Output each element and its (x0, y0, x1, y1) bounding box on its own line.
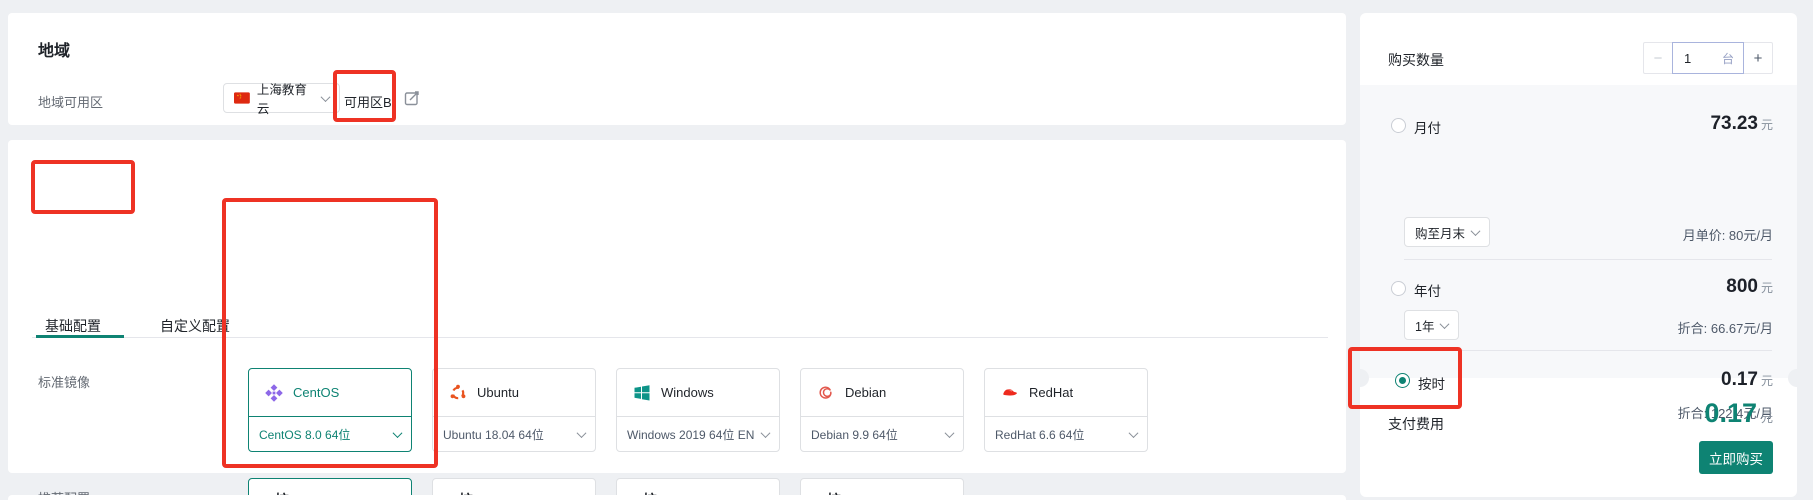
ubuntu-icon (449, 384, 467, 402)
os-card-ubuntu[interactable]: Ubuntu Ubuntu 18.04 64位 (432, 368, 596, 452)
os-version-select-windows[interactable]: Windows 2019 64位 EN (617, 416, 779, 452)
ticket-notch-right (1788, 369, 1806, 387)
os-version-value: Debian 9.9 64位 (811, 426, 898, 443)
chevron-down-icon (393, 428, 403, 438)
radio-hourly[interactable] (1395, 373, 1410, 388)
os-version-select-redhat[interactable]: RedHat 6.6 64位 (985, 416, 1147, 452)
quantity-input[interactable]: 1 台 (1672, 42, 1744, 74)
os-name: RedHat (1029, 385, 1073, 400)
plan-yearly-price: 800元 (1726, 276, 1773, 298)
config-card: 基础配置 自定义配置 标准镜像 CentOS CentOS 8.0 64位 (8, 140, 1346, 473)
yearly-duration-value: 1年 (1415, 316, 1434, 335)
active-tab-underline (36, 335, 124, 338)
quantity-plus-button[interactable]: + (1743, 42, 1773, 74)
monthly-duration-select[interactable]: 购至月末 (1404, 217, 1490, 247)
region-select[interactable]: 上海教育云 (223, 83, 340, 113)
os-version-value: Windows 2019 64位 EN (627, 426, 754, 443)
chevron-down-icon (1129, 428, 1139, 438)
plan-hourly-label: 按时 (1418, 373, 1445, 393)
plan-monthly-label: 月付 (1414, 117, 1441, 137)
monthly-duration-value: 购至月末 (1415, 223, 1465, 242)
quantity-unit: 台 (1722, 50, 1734, 67)
plan-hourly-price: 0.17元 (1721, 369, 1773, 391)
os-version-select-ubuntu[interactable]: Ubuntu 18.04 64位 (433, 416, 595, 452)
purchase-panel: 购买数量 − 1 台 + 月付 73.23元 购至月末 月单价: 80元/月 年… (1360, 13, 1797, 497)
tab-custom-config[interactable]: 自定义配置 (160, 316, 230, 336)
quantity-label: 购买数量 (1388, 50, 1444, 70)
os-version-value: Ubuntu 18.04 64位 (443, 426, 544, 443)
pay-total-label: 支付费用 (1388, 414, 1444, 434)
chevron-down-icon (1440, 319, 1450, 329)
radio-monthly[interactable] (1391, 118, 1406, 133)
availability-zone-label[interactable]: 可用区B (344, 92, 392, 111)
buy-now-button[interactable]: 立即购买 (1699, 441, 1773, 474)
chevron-down-icon (1471, 226, 1481, 236)
region-card: 地域 地域可用区 上海教育云 可用区B (8, 13, 1346, 125)
divider (1404, 350, 1772, 351)
quantity-stepper: − 1 台 + (1643, 42, 1773, 74)
yearly-duration-select[interactable]: 1年 (1404, 310, 1459, 340)
chevron-down-icon (321, 92, 331, 102)
region-select-value: 上海教育云 (257, 79, 315, 117)
tab-divider (32, 337, 1328, 338)
os-card-centos[interactable]: CentOS CentOS 8.0 64位 (248, 368, 412, 452)
os-version-select-debian[interactable]: Debian 9.9 64位 (801, 416, 963, 452)
os-card-debian[interactable]: Debian Debian 9.9 64位 (800, 368, 964, 452)
os-version-select-centos[interactable]: CentOS 8.0 64位 (249, 416, 411, 452)
next-section-card (8, 495, 1346, 500)
chevron-down-icon (945, 428, 955, 438)
quantity-minus-button[interactable]: − (1643, 42, 1673, 74)
os-name: CentOS (293, 385, 339, 400)
plan-monthly-note: 月单价: 80元/月 (1683, 225, 1773, 244)
pay-total-price: 0.17元 (1704, 398, 1773, 429)
centos-icon (265, 384, 283, 402)
quantity-value: 1 (1684, 51, 1691, 66)
plan-yearly-label: 年付 (1414, 280, 1441, 300)
plan-monthly-price: 73.23元 (1710, 113, 1773, 135)
os-name: Windows (661, 385, 714, 400)
region-zone-row-label: 地域可用区 (38, 92, 103, 111)
annotation-box-tab (31, 160, 135, 214)
os-version-value: CentOS 8.0 64位 (259, 426, 350, 443)
tab-basic-config[interactable]: 基础配置 (45, 316, 101, 336)
os-name: Debian (845, 385, 886, 400)
chevron-down-icon (761, 428, 771, 438)
divider (1404, 259, 1772, 260)
edit-zone-icon[interactable] (404, 90, 420, 106)
radio-yearly[interactable] (1391, 281, 1406, 296)
os-version-value: RedHat 6.6 64位 (995, 426, 1084, 443)
plan-yearly-note: 折合: 66.67元/月 (1678, 318, 1773, 337)
os-name: Ubuntu (477, 385, 519, 400)
os-card-windows[interactable]: Windows Windows 2019 64位 EN (616, 368, 780, 452)
ticket-notch-left (1351, 369, 1369, 387)
redhat-icon (1001, 384, 1019, 402)
debian-icon (817, 384, 835, 402)
os-card-redhat[interactable]: RedHat RedHat 6.6 64位 (984, 368, 1148, 452)
billing-plans-section: 月付 73.23元 购至月末 月单价: 80元/月 年付 800元 1年 折合:… (1360, 85, 1797, 378)
region-title: 地域 (38, 37, 70, 61)
image-section-label: 标准镜像 (38, 372, 90, 391)
china-flag-icon (234, 92, 250, 104)
chevron-down-icon (577, 428, 587, 438)
windows-icon (633, 384, 651, 402)
